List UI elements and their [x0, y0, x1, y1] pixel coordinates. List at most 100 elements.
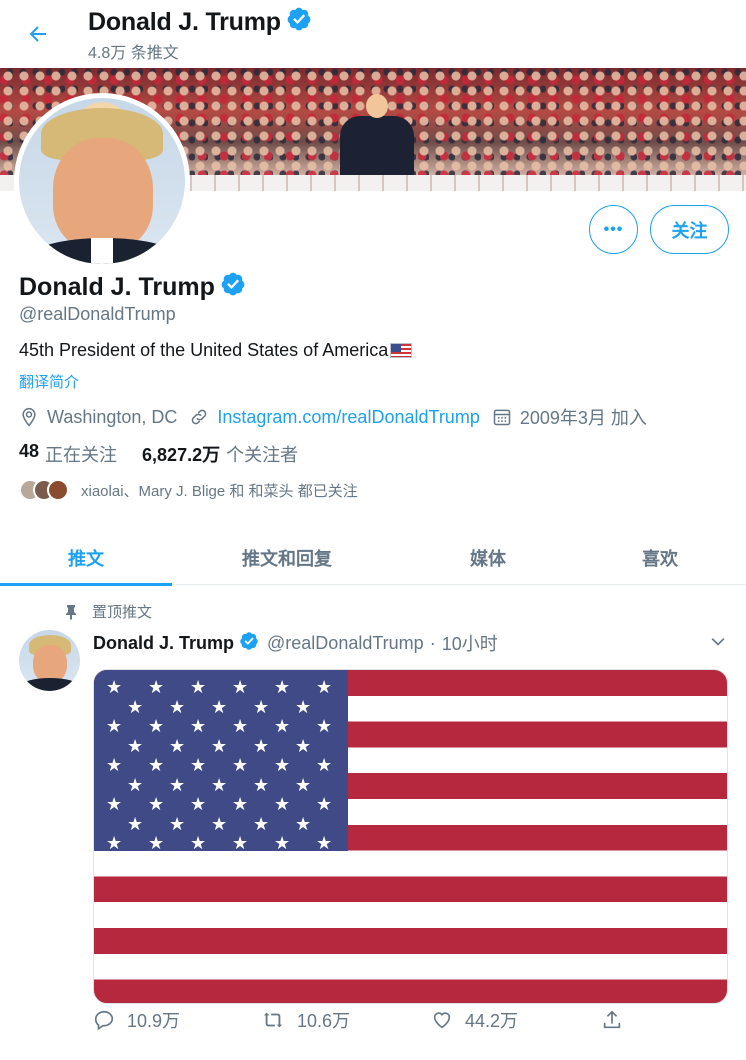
flag-star: ★ — [106, 677, 123, 697]
flag-star: ★ — [316, 677, 333, 697]
share-button[interactable] — [601, 1009, 635, 1031]
arrow-left-icon — [29, 26, 46, 42]
followed-by-avatars — [19, 479, 77, 501]
chevron-down-icon — [711, 638, 725, 646]
flag-star: ★ — [148, 794, 165, 814]
flag-star: ★ — [169, 696, 186, 717]
tab-media[interactable]: 媒体 — [402, 530, 574, 585]
verified-badge-icon — [286, 6, 312, 39]
flag-star: ★ — [253, 774, 270, 795]
flag-star: ★ — [190, 833, 207, 853]
flag-star: ★ — [274, 755, 291, 775]
tweet-menu-button[interactable] — [708, 632, 728, 657]
flag-star: ★ — [253, 696, 270, 717]
tweet-timestamp[interactable]: 10小时 — [442, 630, 498, 656]
verified-badge-icon — [239, 631, 259, 656]
reply-icon — [94, 1010, 114, 1031]
flag-star: ★ — [211, 813, 228, 834]
flag-star: ★ — [253, 735, 270, 756]
profile-name: Donald J. Trump — [19, 271, 246, 304]
flag-star: ★ — [106, 755, 123, 775]
flag-star: ★ — [316, 794, 333, 814]
join-date: 2009年3月 加入 — [492, 404, 647, 430]
flag-star: ★ — [169, 813, 186, 834]
flag-star: ★ — [148, 677, 165, 697]
tweet-avatar[interactable] — [19, 630, 80, 691]
flag-star: ★ — [232, 716, 249, 736]
pinned-indicator: 置顶推文 — [64, 601, 152, 622]
flag-star: ★ — [232, 755, 249, 775]
followers-stat[interactable]: 6,827.2万 个关注者 — [142, 441, 298, 467]
tab-likes[interactable]: 喜欢 — [574, 530, 746, 585]
tweet-separator: · — [429, 632, 436, 653]
share-icon — [603, 1010, 621, 1029]
tweet-count: 4.8万 条推文 — [88, 45, 179, 62]
flag-star: ★ — [232, 794, 249, 814]
header-name-text: Donald J. Trump — [88, 8, 281, 36]
following-stat[interactable]: 48 正在关注 — [19, 441, 117, 467]
flag-star: ★ — [295, 696, 312, 717]
flag-star: ★ — [316, 755, 333, 775]
flag-star: ★ — [190, 716, 207, 736]
flag-star: ★ — [148, 716, 165, 736]
link-icon — [192, 409, 207, 425]
flag-star: ★ — [295, 774, 312, 795]
flag-star: ★ — [274, 677, 291, 697]
flag-star: ★ — [274, 794, 291, 814]
profile-tabs: 推文 推文和回复 媒体 喜欢 — [0, 530, 746, 586]
like-count: 44.2万 — [465, 1011, 519, 1031]
flag-star: ★ — [316, 833, 333, 853]
location-pin-icon — [22, 407, 36, 427]
flag-star: ★ — [316, 716, 333, 736]
flag-star: ★ — [232, 833, 249, 853]
retweet-button[interactable]: 10.6万 — [261, 1007, 350, 1033]
followers-count: 6,827.2万 — [142, 445, 221, 465]
flag-star: ★ — [106, 833, 123, 853]
back-button[interactable] — [22, 18, 54, 50]
pin-icon — [66, 604, 76, 620]
flag-star: ★ — [106, 716, 123, 736]
tweet-author-handle[interactable]: @realDonaldTrump — [267, 633, 424, 654]
flag-star: ★ — [169, 774, 186, 795]
flag-star: ★ — [127, 735, 144, 756]
top-bar: Donald J. Trump 4.8万 条推文 — [0, 0, 746, 68]
verified-badge-icon — [220, 271, 246, 304]
flag-star: ★ — [295, 735, 312, 756]
flag-star: ★ — [295, 813, 312, 834]
follow-button[interactable]: 关注 — [650, 205, 729, 254]
retweet-count: 10.6万 — [297, 1011, 351, 1031]
profile-avatar[interactable] — [14, 93, 190, 269]
location-text: Washington, DC — [47, 406, 178, 427]
avatar-image — [19, 98, 185, 264]
join-date-text: 2009年3月 加入 — [519, 408, 647, 428]
flag-star: ★ — [127, 696, 144, 717]
flag-star: ★ — [211, 696, 228, 717]
flag-star: ★ — [274, 833, 291, 853]
website[interactable]: Instagram.com/realDonaldTrump — [189, 407, 480, 428]
flag-star: ★ — [211, 774, 228, 795]
us-flag-icon — [390, 343, 413, 358]
tweet-media-image[interactable]: ★ ★ ★ ★ ★ ★ ★ ★ ★ ★ ★ ★ ★ ★ ★ ★ ★ ★ ★ ★ ★ ★ ★ ★ ★ ★ ★ ★ ★ ★ ★ ★ ★ ★ ★ ★ ★ ★ ★ ★… — [93, 669, 728, 1004]
location: Washington, DC — [19, 407, 177, 428]
heart-icon — [433, 1012, 451, 1029]
following-count: 48 — [19, 441, 40, 461]
avatar — [47, 479, 69, 501]
reply-count: 10.9万 — [127, 1011, 181, 1031]
bio-text: 45th President of the United States of A… — [19, 340, 389, 360]
like-button[interactable]: 44.2万 — [431, 1007, 518, 1033]
flag-star: ★ — [190, 755, 207, 775]
flag-star: ★ — [253, 813, 270, 834]
followed-by[interactable]: xiaolai、Mary J. Blige 和 和菜头 都已关注 — [19, 479, 358, 501]
tab-tweets-replies[interactable]: 推文和回复 — [172, 530, 402, 585]
followed-by-text: xiaolai、Mary J. Blige 和 和菜头 都已关注 — [81, 482, 358, 500]
pinned-label: 置顶推文 — [92, 604, 153, 621]
profile-name-text: Donald J. Trump — [19, 273, 215, 301]
more-options-button[interactable]: ••• — [589, 205, 638, 254]
followers-label: 个关注者 — [226, 445, 299, 465]
website-link[interactable]: Instagram.com/realDonaldTrump — [217, 407, 479, 428]
translate-bio-link[interactable]: 翻译简介 — [19, 371, 79, 392]
tweet-author-name[interactable]: Donald J. Trump — [93, 633, 234, 654]
tab-tweets[interactable]: 推文 — [0, 530, 172, 586]
flag-star: ★ — [232, 677, 249, 697]
reply-button[interactable]: 10.9万 — [93, 1007, 180, 1033]
